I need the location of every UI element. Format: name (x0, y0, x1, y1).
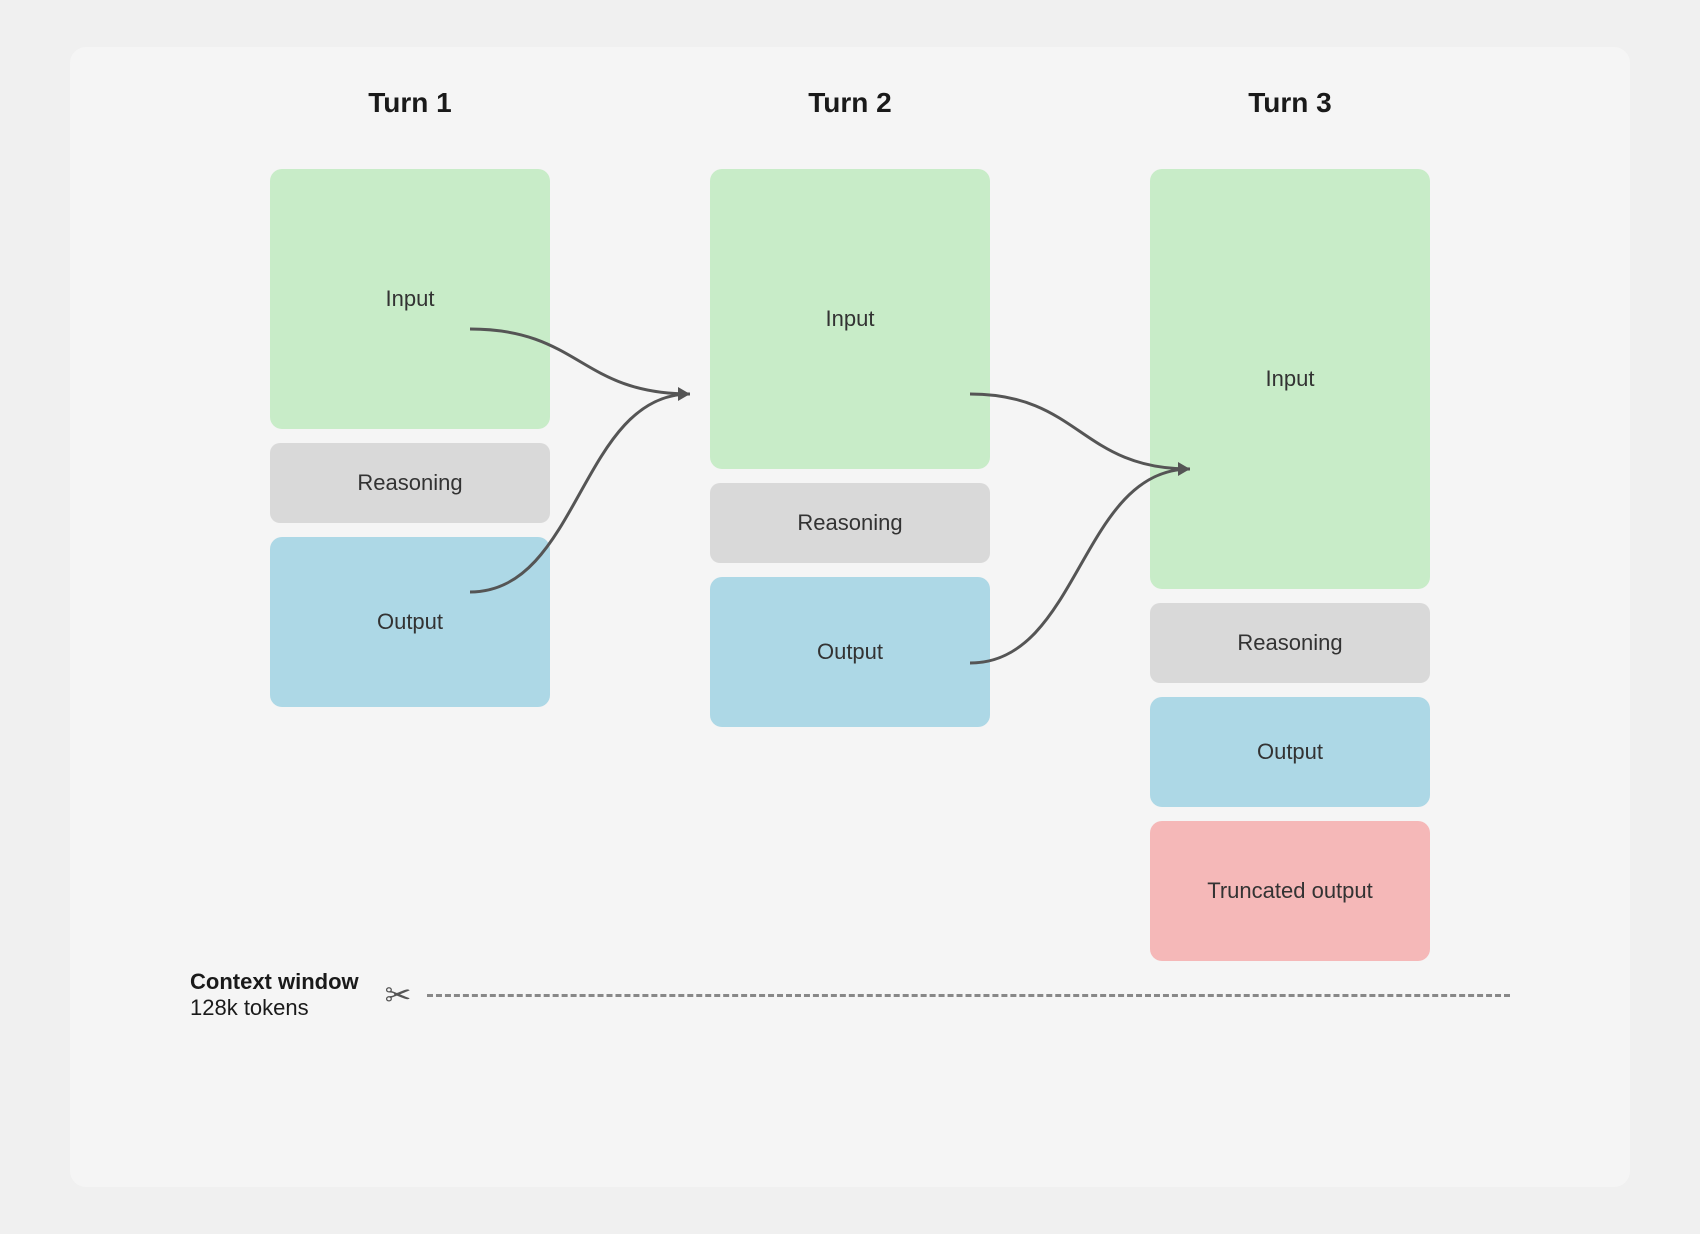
turn1-output-block: Output (270, 537, 550, 707)
turn2-label: Turn 2 (710, 87, 990, 119)
arrow1-head (678, 387, 690, 401)
turn2-reasoning-block: Reasoning (710, 483, 990, 563)
context-label: Context window 128k tokens (190, 969, 359, 1021)
turns-header: Turn 1 Turn 2 Turn 3 (130, 87, 1570, 119)
turn1-label: Turn 1 (270, 87, 550, 119)
turn3-input-block: Input (1150, 169, 1430, 589)
turn2-input-block: Input (710, 169, 990, 469)
context-row: Context window 128k tokens ✂ (130, 969, 1570, 1021)
diagram-body: Input Reasoning Output Input Reasoning O… (130, 139, 1570, 959)
context-window-line (427, 994, 1510, 997)
turn1-column: Input Reasoning Output (270, 169, 550, 707)
turn3-truncated-block: Truncated output (1150, 821, 1430, 961)
scissors-icon: ✂ (385, 976, 412, 1014)
turn3-output-block: Output (1150, 697, 1430, 807)
turn3-reasoning-block: Reasoning (1150, 603, 1430, 683)
turn2-column: Input Reasoning Output (710, 169, 990, 727)
turn1-reasoning-block: Reasoning (270, 443, 550, 523)
diagram-container: Turn 1 Turn 2 Turn 3 Input Reasoning Out… (70, 47, 1630, 1187)
turn3-column: Input Reasoning Output Truncated output (1150, 169, 1430, 961)
turn1-input-block: Input (270, 169, 550, 429)
turn3-label: Turn 3 (1150, 87, 1430, 119)
turn2-output-block: Output (710, 577, 990, 727)
